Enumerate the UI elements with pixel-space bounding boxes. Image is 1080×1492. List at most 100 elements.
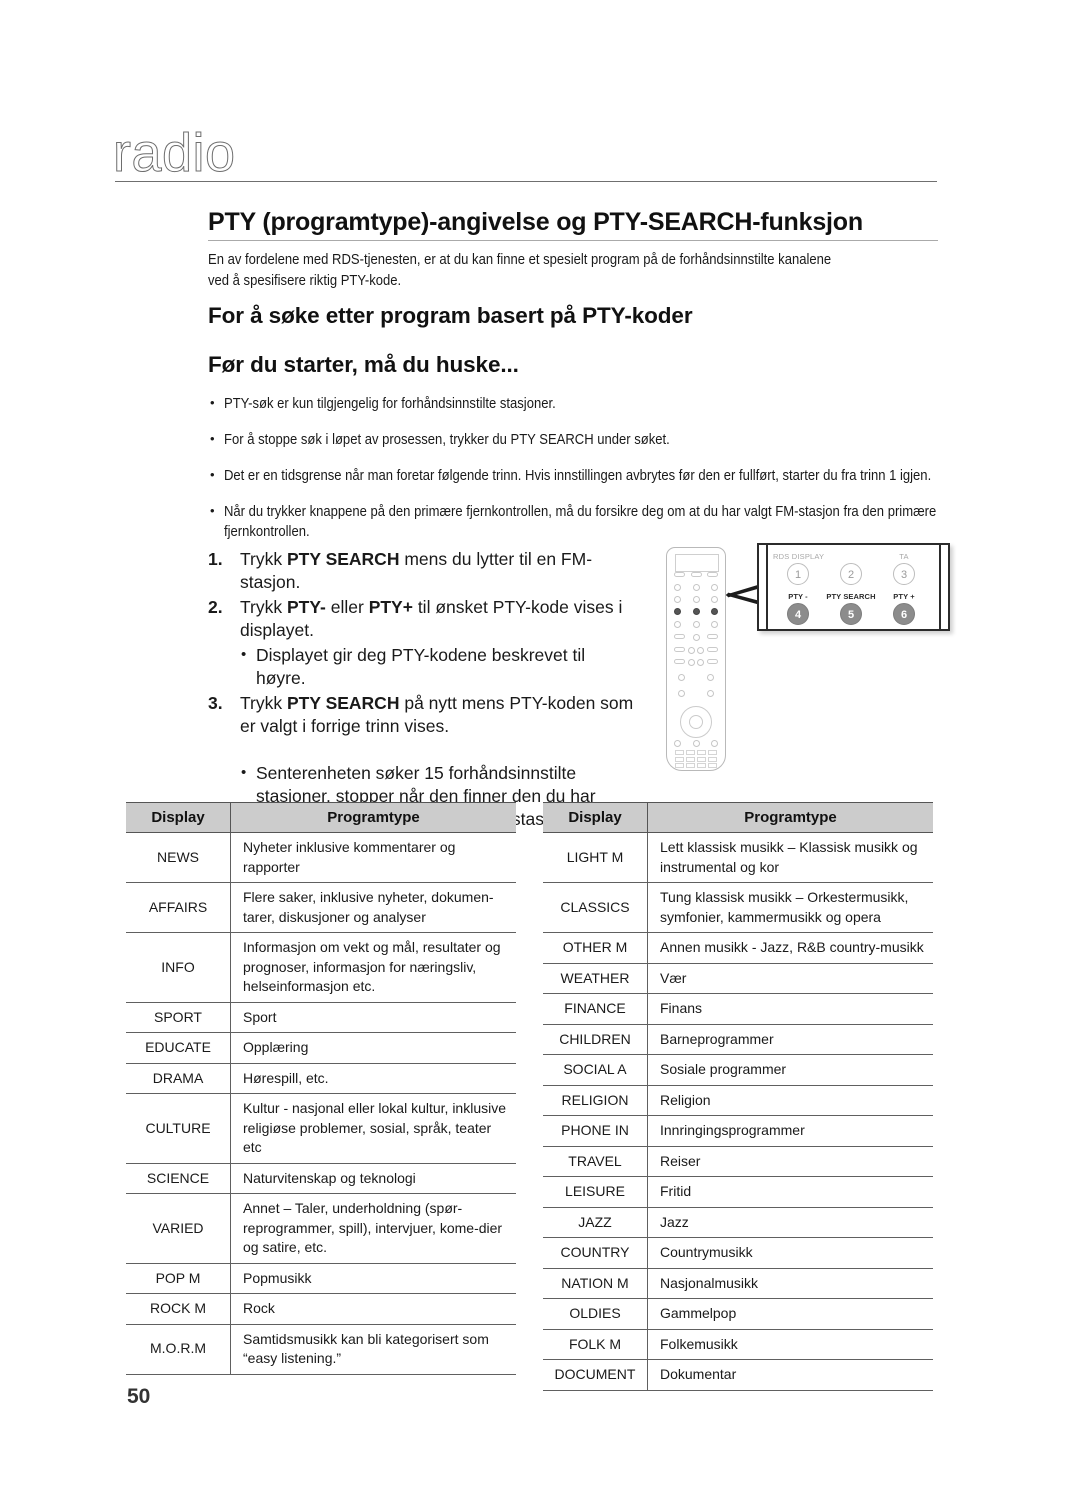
cell-display-code: CULTURE (126, 1093, 231, 1164)
note-item: Det er en tidsgrense når man foretar føl… (208, 465, 938, 486)
cell-display-code: LEISURE (543, 1176, 648, 1208)
table-row: PHONE IN Innringingsprogrammer (543, 1115, 933, 1147)
remote-key-icon (675, 750, 685, 755)
table-header-row: Display Programtype (543, 802, 933, 833)
remote-key-icon (674, 634, 685, 639)
remote-key-icon (711, 621, 718, 628)
cell-programtype-description: Annet – Taler, underholdning (spør-repro… (230, 1193, 516, 1264)
table-row: JAZZ Jazz (543, 1207, 933, 1238)
step-text-prefix: Trykk (240, 597, 287, 617)
remote-button-row (674, 596, 718, 603)
remote-display-icon (675, 554, 719, 572)
step-text-bold: PTY SEARCH (286, 549, 400, 569)
remote-key-icon (706, 659, 718, 664)
remote-key-icon (690, 572, 702, 577)
cell-display-code: CHILDREN (543, 1024, 648, 1055)
subheading-before-you-start: Før du starter, må du huske... (208, 352, 519, 377)
table-row: FOLK M Folkemusikk (543, 1329, 933, 1360)
chapter-divider (115, 181, 937, 182)
cell-display-code: CLASSICS (543, 882, 648, 933)
remote-button-row (674, 634, 718, 641)
remote-key-icon (697, 659, 705, 666)
table-row: SCIENCE Naturvitenskap og teknologi (126, 1163, 516, 1194)
button-number-1: 1 (787, 563, 809, 585)
cell-programtype-description: Naturvitenskap og teknologi (230, 1163, 516, 1194)
cell-display-code: SPORT (126, 1002, 231, 1033)
steps-list: 1. Trykk PTY SEARCH mens du lytter til e… (208, 548, 638, 833)
note-text: Det er en tidsgrense når man foretar føl… (224, 468, 932, 484)
table-row: POP M Popmusikk (126, 1263, 516, 1294)
cell-display-code: NEWS (126, 832, 231, 883)
remote-keypad (675, 750, 717, 768)
pty-code-table-left: Display Programtype NEWS Nyheter inklusiv… (126, 802, 516, 1375)
button-number-2: 2 (840, 563, 862, 585)
subheading-search-by-pty: For å søke etter program basert på PTY-k… (208, 303, 693, 328)
cell-programtype-description: Dokumentar (647, 1359, 933, 1391)
table-row: NATION M Nasjonalmusikk (543, 1268, 933, 1299)
step-text-bold: PTY- (286, 597, 326, 617)
table-row: OTHER M Annen musikk - Jazz, R&B country-… (543, 932, 933, 964)
note-item: For å stoppe søk i løpet av prosessen, t… (208, 429, 938, 450)
note-item: PTY-søk er kun tilgjengelig for forhånds… (208, 393, 938, 414)
section-intro-paragraph: En av fordelene med RDS-tjenesten, er at… (208, 252, 832, 289)
table-row: TRAVEL Reiser (543, 1146, 933, 1177)
cell-programtype-description: Religion (647, 1085, 933, 1116)
cell-display-code: RELIGION (543, 1085, 648, 1116)
remote-button-row (674, 584, 718, 591)
callout-button-pty-minus: PTY - 4 (773, 591, 823, 625)
remote-key-icon (692, 621, 700, 628)
callout-left-bar (766, 545, 768, 629)
column-header-programtype: Programtype (230, 802, 516, 833)
callout-button-pty-search: PTY SEARCH 5 (826, 591, 876, 625)
callout-button-rds-display: RDS DISPLAY 1 (773, 552, 824, 585)
button-number-5: 5 (840, 603, 862, 625)
column-header-display: Display (543, 802, 648, 833)
cell-display-code: VARIED (126, 1193, 231, 1264)
callout-button-ta: TA 3 (879, 552, 929, 585)
remote-key-icon (674, 740, 681, 747)
remote-key-icon (675, 756, 685, 762)
remote-key-icon (711, 584, 718, 591)
cell-programtype-description: Flere saker, inklusive nyheter, dokumen-… (230, 882, 516, 933)
notes-list: PTY-søk er kun tilgjengelig for forhånds… (208, 393, 938, 558)
cell-programtype-description: Annen musikk - Jazz, R&B country-musikk (647, 932, 933, 964)
cell-programtype-description: Nyheter inklusive kommentarer og rapport… (230, 832, 516, 883)
table-body-left: NEWS Nyheter inklusive kommentarer og rap… (126, 832, 516, 1375)
cell-display-code: NATION M (543, 1268, 648, 1299)
remote-key-icon (711, 740, 718, 747)
cell-display-code: ROCK M (126, 1293, 231, 1325)
remote-key-icon (692, 740, 700, 747)
remote-button-row (674, 621, 718, 628)
remote-key-icon (707, 763, 717, 768)
table-row: OLDIES Gammelpop (543, 1298, 933, 1330)
note-text: For å stoppe søk i løpet av prosessen, t… (224, 432, 670, 448)
cell-programtype-description: Nasjonalmusikk (647, 1268, 933, 1299)
cell-programtype-description: Opplæring (230, 1032, 516, 1064)
step-item-2: 2. Trykk PTY- eller PTY+ til ønsket PTY-… (208, 596, 638, 642)
cell-display-code: LIGHT M (543, 832, 648, 883)
step-number: 1. (208, 549, 223, 569)
button-label-ta: TA (899, 552, 909, 561)
remote-key-icon (685, 756, 696, 762)
cell-display-code: OLDIES (543, 1298, 648, 1330)
cell-programtype-description: Tung klassisk musikk – Orkestermusikk, s… (647, 882, 933, 933)
table-row: DOCUMENT Dokumentar (543, 1359, 933, 1391)
table-row: AFFAIRS Flere saker, inklusive nyheter, d… (126, 882, 516, 933)
table-row: RELIGION Religion (543, 1085, 933, 1116)
step-number: 2. (208, 597, 223, 617)
table-row: NEWS Nyheter inklusive kommentarer og rap… (126, 832, 516, 883)
remote-key-icon (692, 596, 700, 603)
button-number-3: 3 (893, 563, 915, 585)
cell-programtype-description: Innringingsprogrammer (647, 1115, 933, 1147)
note-text: Når du trykker knappene på den primære f… (224, 504, 937, 540)
remote-key-icon (696, 763, 707, 768)
remote-key-icon (692, 634, 700, 641)
remote-key-icon (674, 572, 685, 577)
cell-programtype-description: Vær (647, 963, 933, 994)
note-text: PTY-søk er kun tilgjengelig for forhånds… (224, 396, 556, 412)
remote-button-row (674, 572, 718, 577)
pty-code-table-right: Display Programtype LIGHT M Lett klassisk… (543, 802, 933, 1391)
remote-volume-row (678, 674, 714, 681)
remote-key-icon (692, 584, 700, 591)
cell-programtype-description: Samtidsmusikk kan bli kategorisert som “… (230, 1324, 516, 1375)
